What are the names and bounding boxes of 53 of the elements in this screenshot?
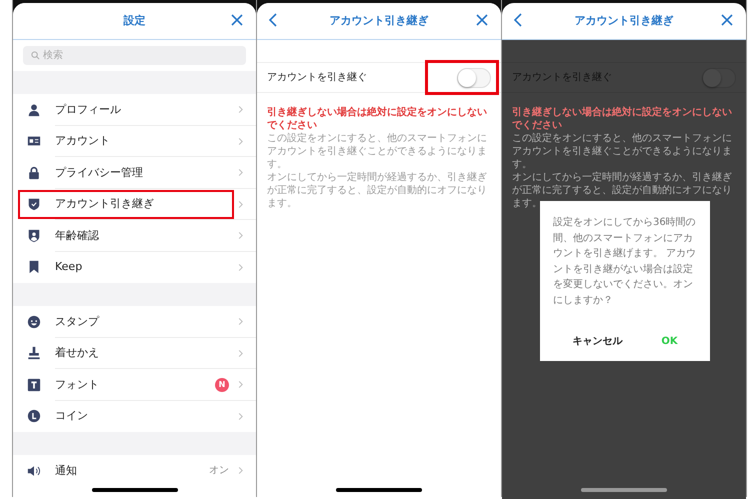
item-label: スタンプ — [55, 314, 100, 330]
item-label: 着せかえ — [55, 345, 100, 361]
settings-item[interactable]: 通知 オン — [13, 455, 256, 486]
item-label: アカウント引き継ぎ — [55, 196, 155, 212]
search-field[interactable]: 検索 — [23, 46, 246, 65]
item-label: プライバシー管理 — [55, 164, 144, 180]
settings-item[interactable]: 着せかえ — [13, 338, 256, 369]
description-text: オンにしてから一定時間が経過するか、引き継ぎが正常に完了すると、設定が自動的にオフになります。 — [512, 171, 733, 210]
settings-item[interactable]: スタンプ — [13, 306, 256, 338]
smiley-icon — [27, 314, 41, 329]
shield-person-icon — [27, 228, 41, 243]
settings-item[interactable]: 年齢確認 — [13, 220, 256, 252]
stamp-icon — [27, 346, 41, 360]
close-button[interactable] — [720, 12, 734, 28]
settings-item[interactable]: プロフィール — [13, 94, 256, 126]
settings-item[interactable]: アカウント — [13, 126, 256, 157]
close-button[interactable] — [230, 12, 244, 28]
id-card-icon — [27, 134, 41, 148]
cancel-button[interactable]: キャンセル — [566, 332, 628, 351]
dialog-message: 設定をオンにしてから36時間の間、他のスマートフォンにアカウントを引き継げます。 アカウントを引き継がない場合は設定を変更しないでください。オンにしますか？ — [553, 216, 697, 308]
screen-title: アカウント引き継ぎ — [330, 12, 428, 29]
person-icon — [27, 102, 41, 117]
screen-title: アカウント引き継ぎ — [574, 12, 674, 29]
settings-item[interactable]: プライバシー管理 — [13, 157, 256, 188]
speaker-icon — [27, 464, 41, 478]
description-text: オンにしてから一定時間が経過するか、引き継ぎが正常に完了すると、設定が自動的にオフになります。 — [267, 171, 488, 210]
font-icon — [27, 378, 41, 392]
toggle-label: アカウントを引き継ぐ — [267, 70, 368, 85]
settings-item[interactable]: コイン — [13, 400, 256, 432]
settings-item[interactable]: Keep — [13, 252, 256, 283]
item-label: 年齢確認 — [55, 228, 100, 244]
warning-text: 引き継ぎしない場合は絶対に設定をオンにしないでください — [512, 107, 733, 132]
description-text: この設定をオンにすると、他のスマートフォンにアカウントを引き継ぐことができるようになります。 — [512, 132, 733, 171]
item-label: 通知 — [55, 462, 78, 478]
close-button[interactable] — [475, 12, 489, 28]
item-label: アカウント — [55, 133, 111, 149]
toggle-switch[interactable] — [702, 68, 736, 88]
item-value: オン — [209, 464, 229, 478]
item-label: コイン — [55, 408, 89, 424]
warning-text: 引き継ぎしない場合は絶対に設定をオンにしないでください — [267, 107, 488, 132]
lock-icon — [27, 166, 41, 180]
new-badge: N — [215, 378, 229, 392]
search-icon — [31, 51, 40, 60]
item-label: Keep — [55, 259, 84, 275]
description-text: この設定をオンにすると、他のスマートフォンにアカウントを引き継ぐことができるようになります。 — [267, 132, 488, 171]
screen-title: 設定 — [124, 12, 146, 29]
item-label: フォント — [55, 376, 100, 392]
settings-item[interactable]: アカウント引き継ぎ — [13, 188, 256, 220]
bookmark-icon — [27, 260, 41, 274]
coin-icon — [27, 409, 41, 424]
settings-item[interactable]: フォント N — [13, 369, 256, 400]
shield-icon — [27, 197, 41, 212]
item-label: プロフィール — [55, 102, 122, 118]
